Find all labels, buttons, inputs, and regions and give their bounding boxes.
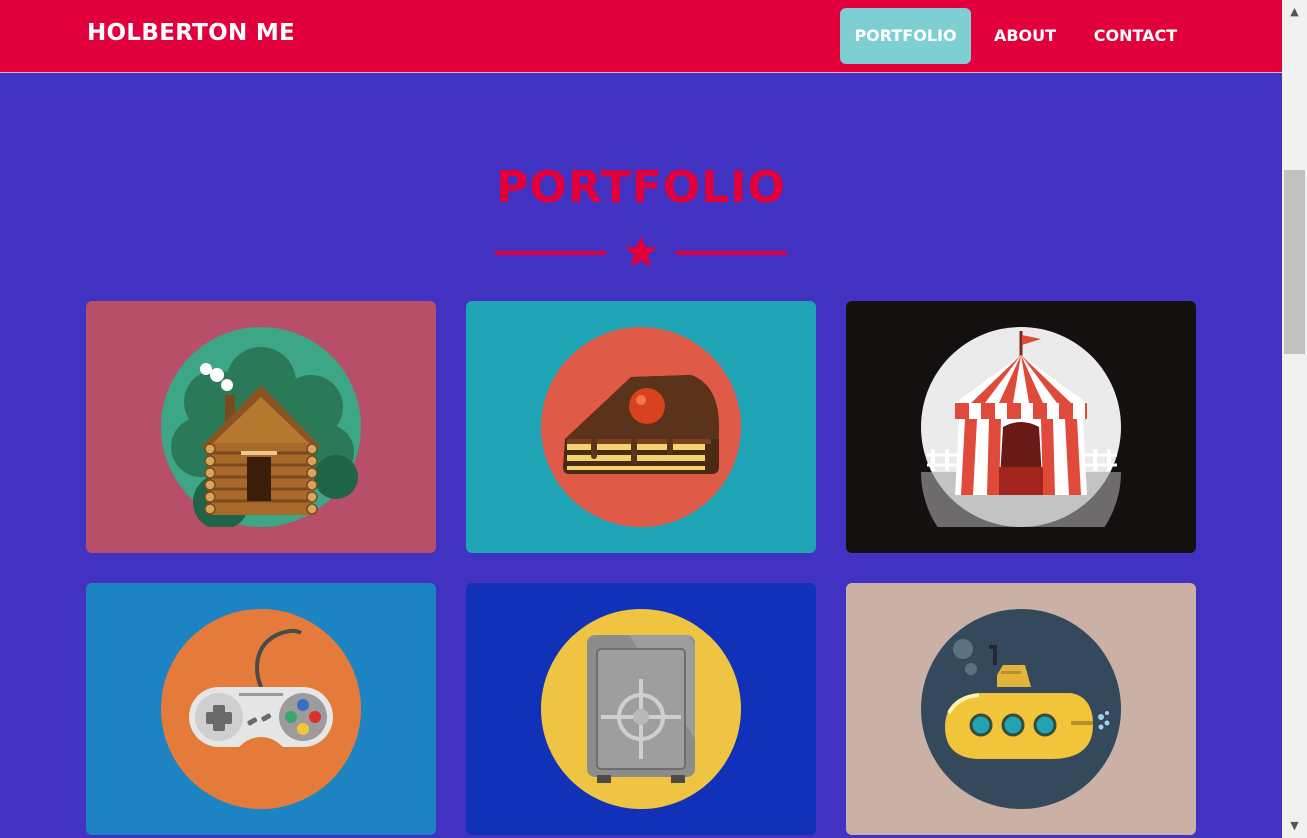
game-controller-icon bbox=[161, 609, 361, 809]
portfolio-item-submarine[interactable] bbox=[846, 583, 1196, 835]
safe-icon bbox=[541, 609, 741, 809]
submarine-icon bbox=[921, 609, 1121, 809]
star-divider bbox=[495, 236, 787, 267]
nav-link-about[interactable]: ABOUT bbox=[980, 8, 1070, 64]
portfolio-item-safe[interactable] bbox=[466, 583, 816, 835]
portfolio-item-cabin[interactable] bbox=[86, 301, 436, 553]
scroll-down-arrow-icon[interactable]: ▼ bbox=[1282, 814, 1307, 838]
portfolio-item-game-controller[interactable] bbox=[86, 583, 436, 835]
cabin-icon bbox=[161, 327, 361, 527]
portfolio-item-cake[interactable] bbox=[466, 301, 816, 553]
nav-link-portfolio[interactable]: PORTFOLIO bbox=[840, 8, 971, 64]
scroll-up-arrow-icon[interactable]: ▲ bbox=[1282, 0, 1307, 24]
portfolio-item-circus-tent[interactable] bbox=[846, 301, 1196, 553]
nav-link-contact[interactable]: CONTACT bbox=[1083, 8, 1188, 64]
vertical-scrollbar[interactable]: ▲ ▼ bbox=[1282, 0, 1307, 838]
navbar: HOLBERTON ME PORTFOLIO ABOUT CONTACT bbox=[0, 0, 1282, 73]
section-title: PORTFOLIO bbox=[496, 162, 786, 213]
scrollbar-thumb[interactable] bbox=[1284, 170, 1305, 354]
star-icon bbox=[625, 236, 657, 267]
brand-logo[interactable]: HOLBERTON ME bbox=[87, 20, 295, 46]
page: HOLBERTON ME PORTFOLIO ABOUT CONTACT POR… bbox=[0, 0, 1282, 838]
circus-tent-icon bbox=[921, 327, 1121, 527]
cake-icon bbox=[541, 327, 741, 527]
